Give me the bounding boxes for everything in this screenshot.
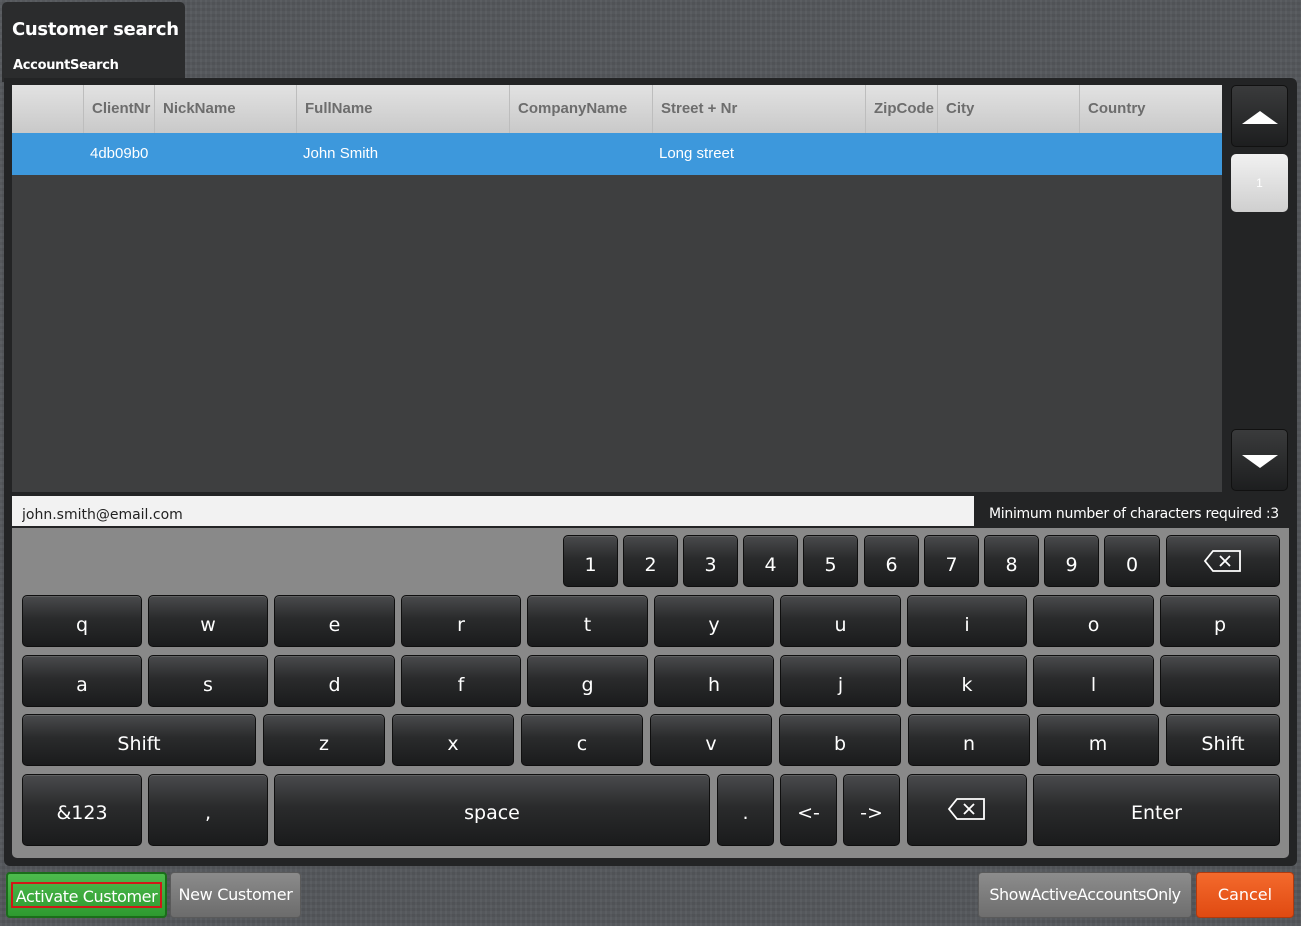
- page-indicator[interactable]: 1: [1231, 154, 1288, 212]
- column-header-nickname[interactable]: NickName: [154, 85, 296, 133]
- key-y[interactable]: y: [654, 595, 774, 647]
- scroll-up-button[interactable]: [1231, 85, 1288, 147]
- key-8[interactable]: 8: [984, 535, 1039, 587]
- column-header-select[interactable]: [12, 85, 83, 133]
- customer-search-tab: Customer search AccountSearch: [2, 2, 185, 82]
- column-header-fullname[interactable]: FullName: [296, 85, 509, 133]
- key-cursor-left[interactable]: <-: [780, 774, 837, 846]
- key-a[interactable]: a: [22, 655, 142, 707]
- key-comma[interactable]: ,: [148, 774, 268, 846]
- key-1[interactable]: 1: [563, 535, 618, 587]
- key-blank[interactable]: [1160, 655, 1280, 707]
- key-m[interactable]: m: [1037, 714, 1159, 766]
- key-shift-right[interactable]: Shift: [1166, 714, 1280, 766]
- column-header-zipcode[interactable]: ZipCode: [865, 85, 937, 133]
- key-5[interactable]: 5: [803, 535, 858, 587]
- key-backspace[interactable]: [907, 774, 1027, 846]
- key-c[interactable]: c: [521, 714, 643, 766]
- key-9[interactable]: 9: [1044, 535, 1099, 587]
- key-cursor-right[interactable]: ->: [843, 774, 900, 846]
- activate-customer-button[interactable]: Activate Customer: [6, 872, 167, 918]
- key-d[interactable]: d: [274, 655, 395, 707]
- key-w[interactable]: w: [148, 595, 268, 647]
- key-4[interactable]: 4: [743, 535, 798, 587]
- column-header-country[interactable]: Country: [1079, 85, 1222, 133]
- cancel-button[interactable]: Cancel: [1196, 872, 1294, 918]
- key-period[interactable]: .: [717, 774, 774, 846]
- key-p[interactable]: p: [1160, 595, 1280, 647]
- search-input[interactable]: [12, 496, 974, 526]
- backspace-icon: [1203, 549, 1241, 572]
- key-s[interactable]: s: [148, 655, 268, 707]
- key-n[interactable]: n: [908, 714, 1030, 766]
- key-e[interactable]: e: [274, 595, 395, 647]
- cell-companyname: [509, 133, 652, 175]
- key-j[interactable]: j: [780, 655, 901, 707]
- key-q[interactable]: q: [22, 595, 142, 647]
- scroll-down-button[interactable]: [1231, 429, 1288, 491]
- backspace-icon: [947, 797, 985, 820]
- cell-zipcode: [865, 133, 937, 175]
- key-shift-left[interactable]: Shift: [22, 714, 256, 766]
- cell-country: [1079, 133, 1222, 175]
- page-title: Customer search: [12, 19, 179, 40]
- key-space[interactable]: space: [274, 774, 710, 846]
- key-b[interactable]: b: [779, 714, 901, 766]
- show-active-accounts-button[interactable]: ShowActiveAccountsOnly: [978, 872, 1192, 918]
- cell-clientnr: 4db09b0: [90, 145, 149, 162]
- cell-select: [12, 133, 83, 175]
- column-header-clientnr[interactable]: ClientNr: [83, 85, 154, 133]
- cell-fullname: John Smith: [303, 145, 379, 162]
- column-header-city[interactable]: City: [937, 85, 1079, 133]
- grid-header: ClientNr NickName FullName CompanyName S…: [12, 85, 1222, 133]
- activate-customer-label: Activate Customer: [11, 882, 162, 908]
- key-u[interactable]: u: [780, 595, 901, 647]
- triangle-down-icon: [1242, 455, 1278, 468]
- key-g[interactable]: g: [527, 655, 648, 707]
- key-6[interactable]: 6: [864, 535, 919, 587]
- key-enter[interactable]: Enter: [1033, 774, 1280, 846]
- key-backspace-top[interactable]: [1166, 535, 1280, 587]
- key-i[interactable]: i: [907, 595, 1027, 647]
- cell-city: [937, 133, 1079, 175]
- min-chars-note: Minimum number of characters required :3: [989, 506, 1279, 522]
- key-x[interactable]: x: [392, 714, 514, 766]
- key-r[interactable]: r: [401, 595, 521, 647]
- key-7[interactable]: 7: [924, 535, 979, 587]
- key-z[interactable]: z: [263, 714, 385, 766]
- key-3[interactable]: 3: [683, 535, 738, 587]
- key-symbols[interactable]: &123: [22, 774, 142, 846]
- column-header-companyname[interactable]: CompanyName: [509, 85, 652, 133]
- key-o[interactable]: o: [1033, 595, 1154, 647]
- cell-nickname: [154, 133, 296, 175]
- column-header-street[interactable]: Street + Nr: [652, 85, 865, 133]
- key-h[interactable]: h: [654, 655, 774, 707]
- key-v[interactable]: v: [650, 714, 772, 766]
- key-0[interactable]: 0: [1104, 535, 1160, 587]
- key-l[interactable]: l: [1033, 655, 1154, 707]
- triangle-up-icon: [1242, 111, 1278, 124]
- key-2[interactable]: 2: [623, 535, 678, 587]
- key-f[interactable]: f: [401, 655, 521, 707]
- key-k[interactable]: k: [907, 655, 1027, 707]
- cell-street: Long street: [659, 145, 735, 162]
- new-customer-button[interactable]: New Customer: [170, 872, 301, 918]
- customer-grid: ClientNr NickName FullName CompanyName S…: [12, 85, 1222, 492]
- page-subtitle: AccountSearch: [13, 58, 119, 73]
- key-t[interactable]: t: [527, 595, 648, 647]
- table-row[interactable]: 4db09b0 John Smith Long street: [12, 133, 1222, 175]
